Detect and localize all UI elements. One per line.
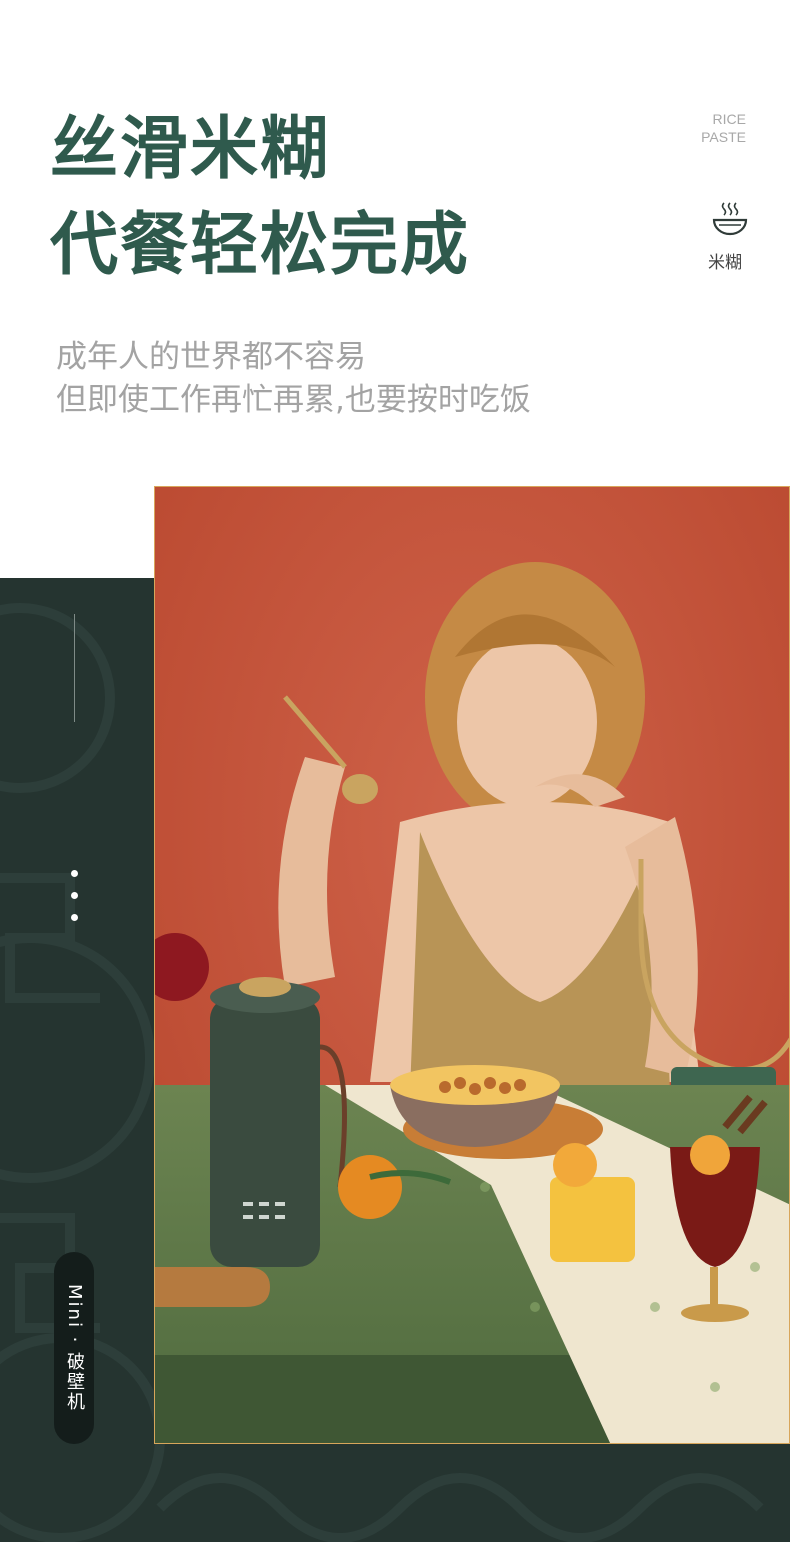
divider-line bbox=[74, 614, 75, 722]
product-label-pill: Mini · 破壁机 bbox=[54, 1252, 94, 1444]
headline: 丝滑米糊 代餐轻松完成 bbox=[50, 102, 470, 294]
headline-line-2: 代餐轻松完成 bbox=[50, 206, 471, 285]
subtext: 成年人的世界都不容易 但即使工作再忙再累,也要按时吃饭 bbox=[56, 336, 531, 422]
lifestyle-photo bbox=[154, 486, 790, 1444]
pagination-dot[interactable] bbox=[71, 914, 78, 921]
english-tag-line-1: RICE bbox=[712, 111, 746, 127]
bowl-label: 米糊 bbox=[708, 253, 742, 273]
subtext-line-1: 成年人的世界都不容易 bbox=[56, 339, 366, 375]
orange-fruit bbox=[338, 1155, 402, 1219]
pagination-dot[interactable] bbox=[71, 892, 78, 899]
english-tag-line-2: PASTE bbox=[701, 129, 746, 145]
headline-line-1: 丝滑米糊 bbox=[50, 110, 331, 189]
steaming-bowl-icon bbox=[712, 202, 748, 236]
cutting-board bbox=[155, 1267, 270, 1307]
pagination-dot[interactable] bbox=[71, 870, 78, 877]
subtext-line-2: 但即使工作再忙再累,也要按时吃饭 bbox=[56, 382, 531, 418]
photo-illustration bbox=[155, 487, 789, 1443]
english-tag: RICE PASTE bbox=[701, 110, 746, 146]
